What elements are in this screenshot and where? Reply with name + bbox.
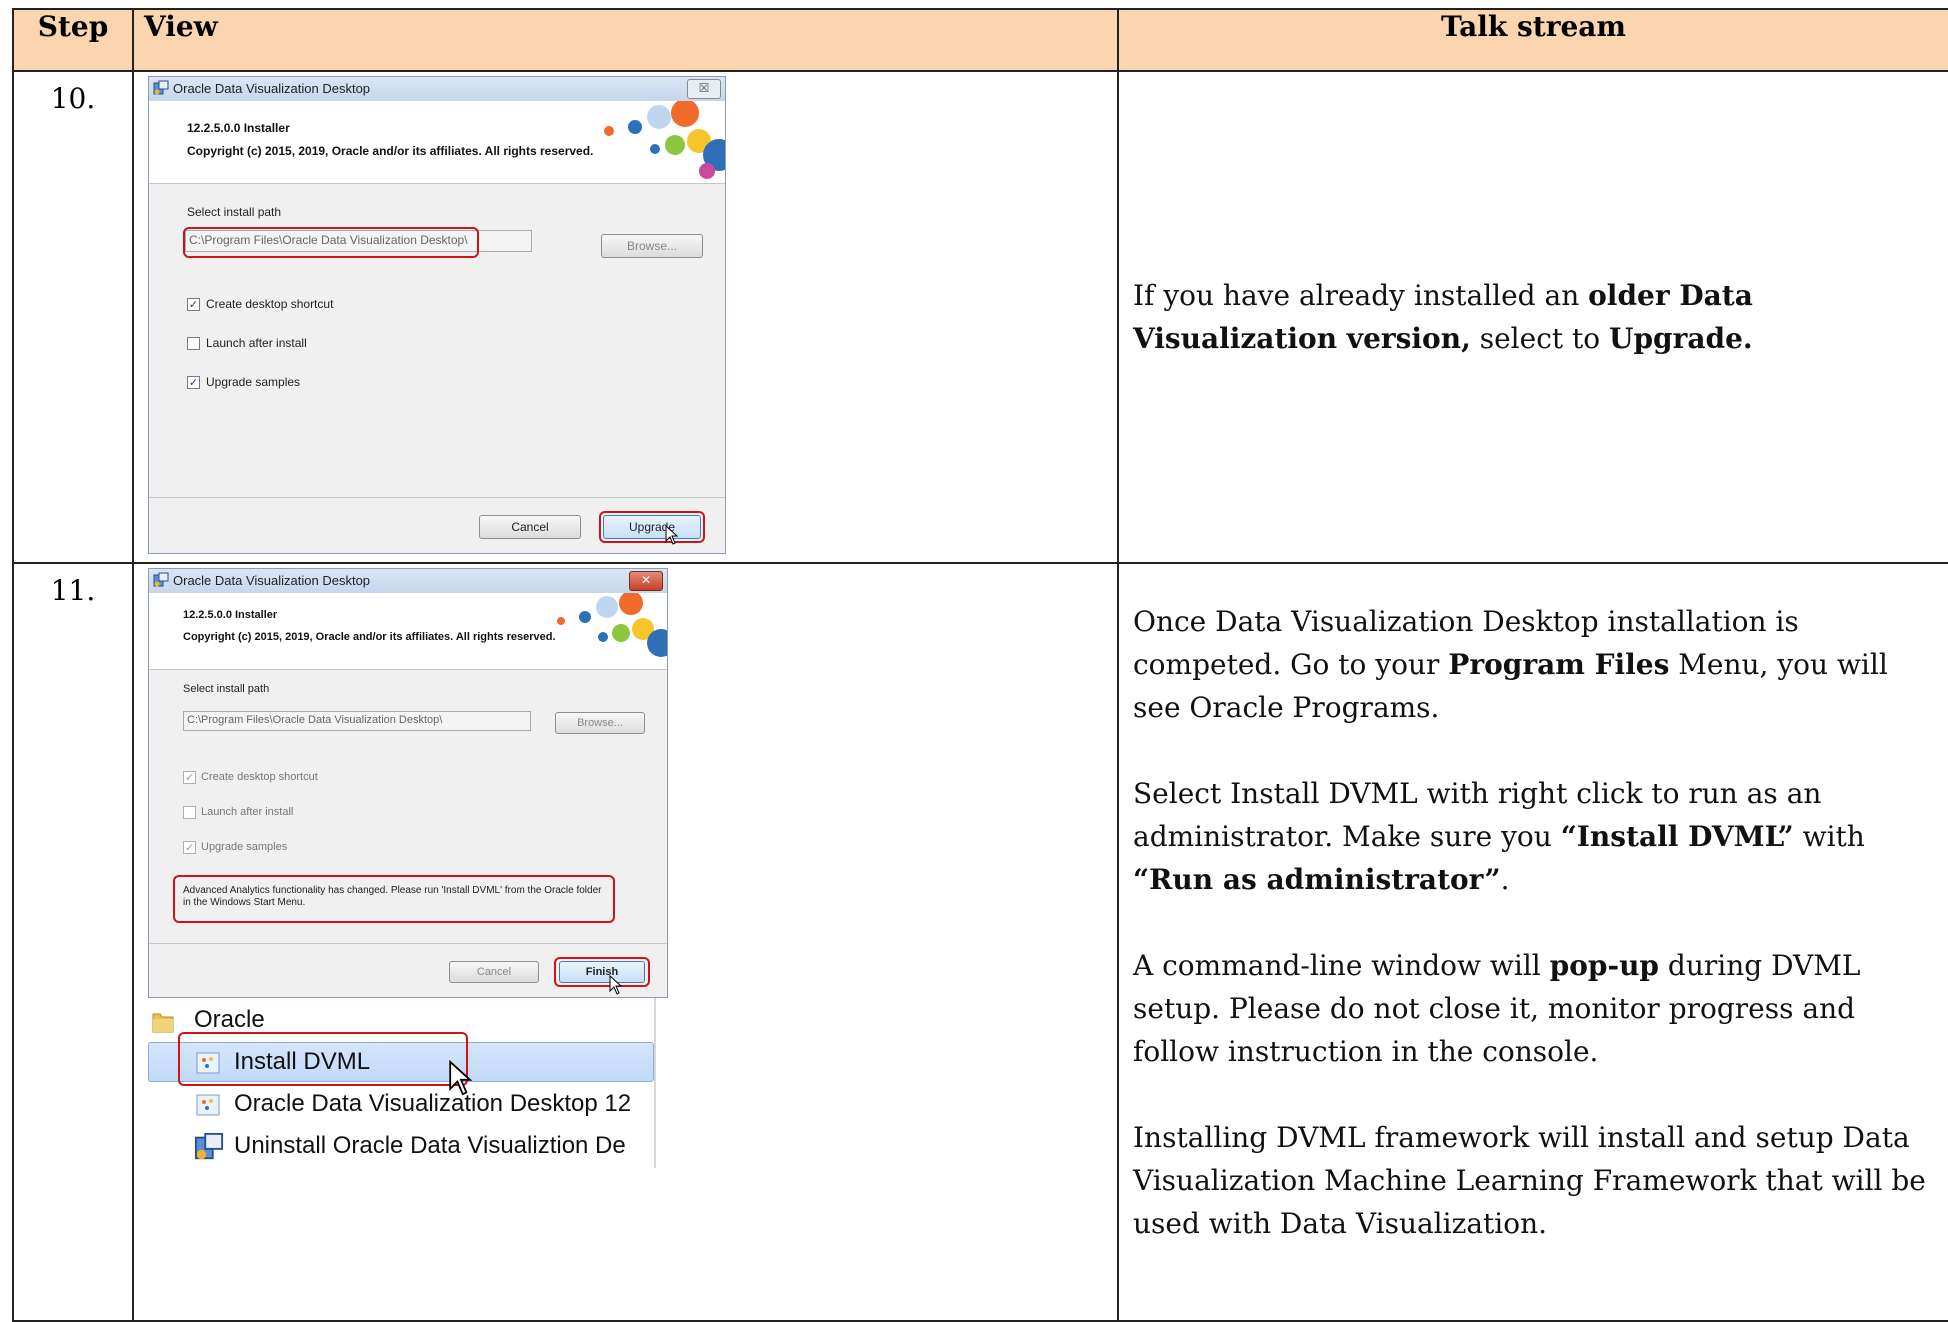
button-separator bbox=[149, 943, 667, 944]
launch-after-install-label: Launch after install bbox=[201, 806, 294, 818]
cancel-button[interactable]: Cancel bbox=[449, 961, 539, 983]
talk-cell: If you have already installed an older D… bbox=[1117, 70, 1948, 564]
folder-icon bbox=[152, 1013, 174, 1033]
launch-after-install-checkbox[interactable] bbox=[183, 806, 196, 819]
browse-button[interactable]: Browse... bbox=[601, 234, 703, 258]
step-number: 11. bbox=[12, 562, 134, 1322]
launch-after-install-checkbox[interactable] bbox=[187, 337, 200, 350]
talk-paragraph: Select Install DVML with right click to … bbox=[1133, 777, 1865, 896]
dvml-message: Advanced Analytics functionality has cha… bbox=[183, 885, 602, 908]
installer-version: 12.2.5.0.0 Installer bbox=[183, 609, 278, 621]
create-shortcut-checkbox[interactable]: ✓ bbox=[183, 771, 196, 784]
create-shortcut-label: Create desktop shortcut bbox=[201, 771, 318, 783]
header-row: Step View Talk stream bbox=[12, 8, 1948, 72]
menu-item-uninstall[interactable]: Uninstall Oracle Data Visualiztion De bbox=[234, 1132, 626, 1160]
window-title: Oracle Data Visualization Desktop bbox=[173, 81, 371, 96]
installer-icon bbox=[153, 80, 169, 95]
decorative-dots-graphic bbox=[604, 101, 725, 179]
header-step: Step bbox=[12, 8, 134, 72]
start-menu-list: Oracle Install DVML Oracle Data Visualiz… bbox=[148, 998, 656, 1168]
installer-window-upgrade: Oracle Data Visualization Desktop ☒ 12.2… bbox=[148, 76, 726, 554]
path-highlight bbox=[183, 227, 479, 258]
talk-paragraph: Installing DVML framework will install a… bbox=[1133, 1121, 1926, 1240]
header-view: View bbox=[132, 8, 1119, 72]
install-dvml-highlight bbox=[178, 1032, 468, 1086]
installer-banner: 12.2.5.0.0 Installer Copyright (c) 2015,… bbox=[149, 593, 667, 670]
button-separator bbox=[149, 497, 725, 498]
decorative-dots-graphic bbox=[557, 593, 667, 657]
step-number: 10. bbox=[12, 70, 134, 564]
launch-after-install-label: Launch after install bbox=[206, 336, 307, 350]
mouse-cursor-icon bbox=[609, 975, 623, 995]
upgrade-samples-label: Upgrade samples bbox=[206, 375, 301, 389]
upgrade-samples-checkbox[interactable]: ✓ bbox=[183, 841, 196, 854]
installer-icon bbox=[153, 572, 169, 587]
upgrade-highlight bbox=[599, 511, 705, 543]
close-button[interactable]: ☒ bbox=[687, 79, 721, 99]
dv-app-icon bbox=[196, 1094, 220, 1116]
title-bar: Oracle Data Visualization Desktop ✕ bbox=[149, 569, 667, 593]
install-path-field[interactable]: C:\Program Files\Oracle Data Visualizati… bbox=[183, 711, 531, 731]
title-bar: Oracle Data Visualization Desktop ☒ bbox=[149, 77, 725, 101]
mouse-cursor-icon bbox=[665, 525, 679, 545]
upgrade-samples-label: Upgrade samples bbox=[201, 841, 288, 853]
uninstall-icon bbox=[194, 1132, 224, 1160]
window-title: Oracle Data Visualization Desktop bbox=[173, 573, 371, 588]
talk-paragraph: If you have already installed an older D… bbox=[1133, 279, 1753, 355]
copyright-text: Copyright (c) 2015, 2019, Oracle and/or … bbox=[187, 144, 594, 158]
upgrade-samples-checkbox[interactable]: ✓ bbox=[187, 376, 200, 389]
talk-paragraph: A command-line window will pop-up during… bbox=[1133, 949, 1861, 1068]
browse-button[interactable]: Browse... bbox=[555, 712, 645, 734]
talk-paragraph: Once Data Visualization Desktop installa… bbox=[1133, 605, 1888, 724]
cancel-button[interactable]: Cancel bbox=[479, 515, 581, 539]
talk-cell: Once Data Visualization Desktop installa… bbox=[1117, 562, 1948, 1322]
menu-item-dv-desktop[interactable]: Oracle Data Visualization Desktop 12 bbox=[234, 1090, 631, 1118]
installer-window-finish: Oracle Data Visualization Desktop ✕ 12.2… bbox=[148, 568, 668, 998]
create-shortcut-checkbox[interactable]: ✓ bbox=[187, 298, 200, 311]
path-label: Select install path bbox=[187, 205, 282, 219]
create-shortcut-label: Create desktop shortcut bbox=[206, 297, 334, 311]
copyright-text: Copyright (c) 2015, 2019, Oracle and/or … bbox=[183, 631, 556, 643]
finish-highlight bbox=[554, 957, 650, 987]
installer-banner: 12.2.5.0.0 Installer Copyright (c) 2015,… bbox=[149, 101, 725, 184]
close-button[interactable]: ✕ bbox=[629, 571, 663, 591]
installer-version: 12.2.5.0.0 Installer bbox=[187, 121, 290, 135]
menu-scrollbar bbox=[654, 998, 656, 1168]
path-label: Select install path bbox=[183, 683, 270, 695]
menu-folder-oracle[interactable]: Oracle bbox=[194, 1006, 265, 1034]
header-talk-stream: Talk stream bbox=[1117, 8, 1948, 72]
